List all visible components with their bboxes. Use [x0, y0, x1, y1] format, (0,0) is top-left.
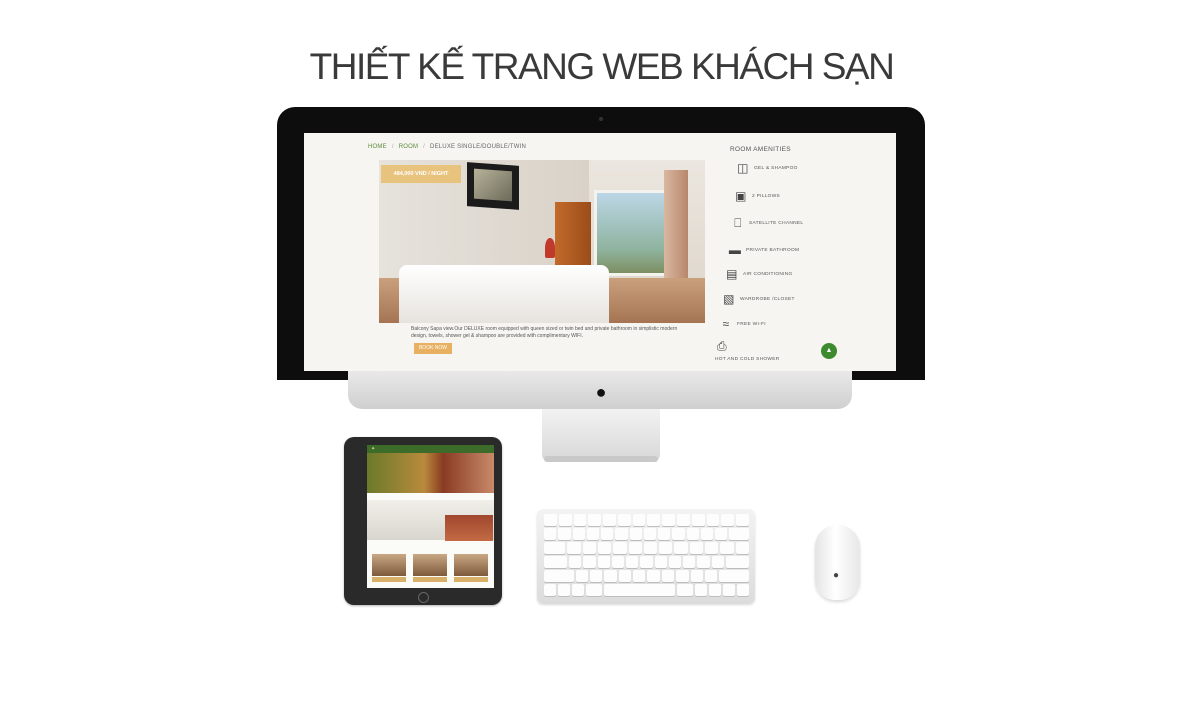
amenity-item: ▧ WARDROBE /CLOSET — [722, 292, 795, 306]
breadcrumb-current: DELUXE SINGLE/DOUBLE/TWIN — [430, 144, 527, 150]
ipad-room-thumb — [372, 554, 406, 576]
breadcrumb: HOME / ROOM / DELUXE SINGLE/DOUBLE/TWIN — [368, 144, 526, 150]
breadcrumb-room-link[interactable]: ROOM — [399, 144, 418, 150]
imac-stand — [542, 409, 660, 461]
pillow-icon: ▣ — [735, 189, 747, 203]
ipad-nav-bar — [367, 445, 494, 453]
ipad-thumb-label — [413, 577, 447, 582]
breadcrumb-separator: / — [391, 144, 394, 150]
amenity-label: PRIVATE BATHROOM — [746, 247, 800, 253]
price-tag: 484,000 VND / NIGHT — [381, 165, 461, 183]
chevron-up-icon: ▲ — [825, 347, 833, 354]
amenity-item: ◫ GEL & SHAMPOO — [736, 161, 798, 175]
air-conditioner-icon: ▤ — [726, 267, 738, 281]
amenity-label: GEL & SHAMPOO — [754, 165, 798, 171]
wifi-icon: ≈ — [722, 317, 730, 331]
breadcrumb-separator: / — [423, 144, 426, 150]
room-photo — [379, 160, 705, 323]
page-headline: THIẾT KẾ TRANG WEB KHÁCH SẠN — [309, 46, 895, 87]
amenity-label: 2 PILLOWS — [752, 193, 781, 199]
ipad-logo-icon: ✦ — [371, 446, 376, 452]
ipad-room-thumb — [454, 554, 488, 576]
bathtub-icon: ▬ — [728, 243, 742, 257]
scroll-to-top-button[interactable]: ▲ — [821, 343, 837, 359]
book-now-button[interactable]: BOOK NOW — [414, 343, 452, 354]
camera-icon — [599, 117, 603, 121]
ipad-screen: ✦ — [367, 445, 494, 588]
amenity-item: ▣ 2 PILLOWS — [734, 189, 780, 203]
amenity-label: HOT AND COLD SHOWER — [715, 357, 780, 362]
shower-icon: ⎙ — [717, 339, 727, 353]
shampoo-icon: ◫ — [737, 161, 749, 175]
keyboard-keys — [544, 514, 750, 598]
amenity-label: SATELLITE CHANNEL — [749, 221, 804, 226]
ipad-room-thumb — [413, 554, 447, 576]
tv-icon: ⎕ — [734, 216, 742, 230]
website-screen: HOME / ROOM / DELUXE SINGLE/DOUBLE/TWIN 484,… — [304, 133, 896, 371]
amenity-item: ≈ FREE WI-FI — [719, 317, 766, 331]
amenity-label: WARDROBE /CLOSET — [740, 296, 795, 302]
wardrobe-icon: ▧ — [723, 292, 735, 306]
apple-logo-icon: ● — [833, 570, 840, 581]
amenity-item: ▤ AIR CONDITIONING — [725, 267, 793, 281]
amenities-title: ROOM AMENITIES — [730, 146, 791, 153]
amenity-label: AIR CONDITIONING — [743, 271, 793, 277]
amenity-item: ⎕ SATELLITE CHANNEL — [731, 216, 803, 231]
amenity-label: FREE WI-FI — [737, 321, 766, 327]
amenity-item: ▬ PRIVATE BATHROOM — [728, 243, 799, 257]
magic-mouse — [815, 525, 860, 600]
breadcrumb-home-link[interactable]: HOME — [368, 144, 387, 150]
room-description: Balcony Sapa view.Our DELUXE room equipp… — [411, 326, 678, 339]
imac-stand-foot — [544, 456, 658, 462]
ipad-section-image — [445, 515, 493, 541]
ipad-home-button — [418, 592, 429, 603]
ipad-thumb-label — [372, 577, 406, 582]
apple-logo-icon: ● — [595, 382, 607, 402]
ipad-thumb-label — [454, 577, 488, 582]
ipad-hero-image — [367, 453, 494, 493]
